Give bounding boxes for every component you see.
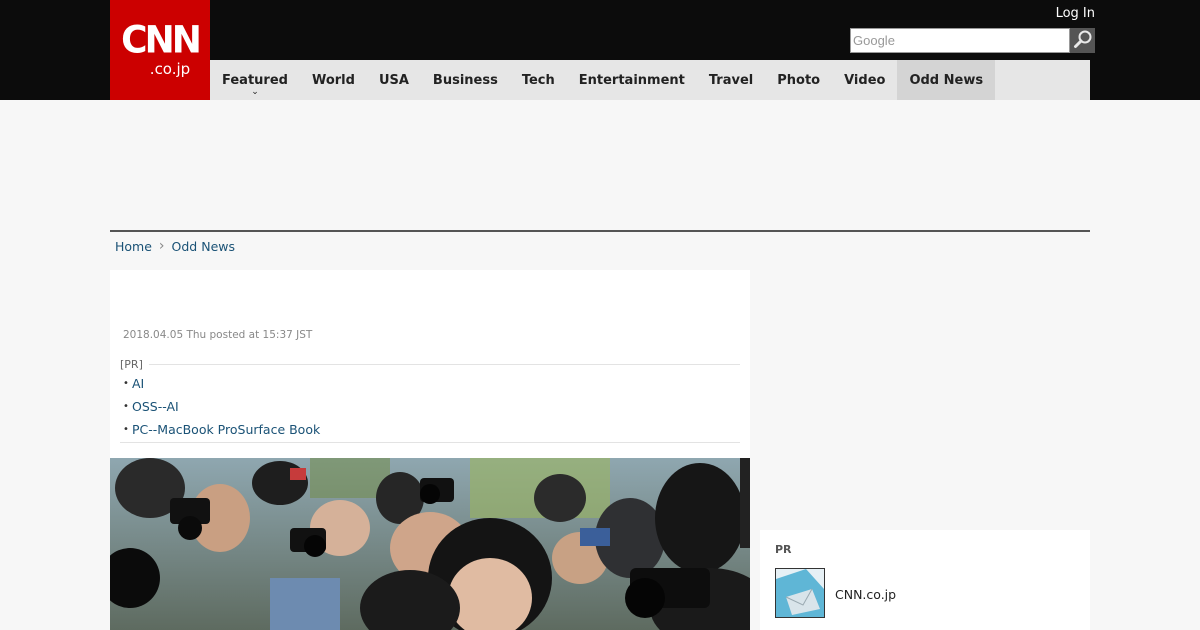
nav-item-label: World (311, 72, 355, 88)
pr-link-pc[interactable]: PC--MacBook ProSurface Book (132, 420, 320, 440)
nav-item-odd-news[interactable]: Odd News (897, 60, 996, 100)
list-item: • AI (120, 372, 320, 395)
breadcrumb: Home › Odd News (115, 238, 235, 254)
nav-item-world[interactable]: World (300, 60, 367, 100)
search-icon (1073, 29, 1093, 53)
nav-item-label: Featured (222, 72, 288, 88)
list-item: • OSS--AI (120, 395, 320, 418)
nav-item-photo[interactable]: Photo (765, 60, 832, 100)
nav-item-label: Business (432, 72, 498, 88)
bullet-icon: • (123, 400, 129, 412)
nav-item-featured[interactable]: Featured ⌄ (210, 60, 300, 100)
pr-link-oss-ai[interactable]: OSS--AI (132, 397, 179, 417)
section-divider (110, 230, 1090, 232)
pr-header: [PR] (120, 358, 740, 371)
nav-item-business[interactable]: Business (421, 60, 510, 100)
logo-subtext: .co.jp (149, 60, 191, 78)
list-item: • PC--MacBook ProSurface Book (120, 418, 320, 441)
chevron-down-icon: ⌄ (251, 87, 259, 97)
bullet-icon: • (123, 423, 129, 435)
pr-label: [PR] (120, 358, 143, 371)
nav-item-usa[interactable]: USA (367, 60, 421, 100)
pr-link-list: • AI • OSS--AI • PC--MacBook ProSurface … (120, 372, 320, 441)
breadcrumb-home[interactable]: Home (115, 239, 152, 254)
nav-item-tech[interactable]: Tech (510, 60, 567, 100)
search-button[interactable] (1070, 28, 1095, 53)
pr-link-ai[interactable]: AI (132, 374, 144, 394)
nav-item-entertainment[interactable]: Entertainment (567, 60, 697, 100)
nav-item-travel[interactable]: Travel (697, 60, 765, 100)
pr-bottom-rule (120, 442, 740, 443)
bullet-icon: • (123, 377, 129, 389)
pr-rule (148, 364, 740, 365)
nav-item-label: Entertainment (578, 72, 685, 88)
login-link[interactable]: Log In (1056, 6, 1095, 21)
sidebar-pr-box: PR CNN.co.jp (760, 530, 1090, 630)
breadcrumb-odd-news[interactable]: Odd News (172, 239, 235, 254)
nav-item-video[interactable]: Video (832, 60, 897, 100)
article-card: 2018.04.05 Thu posted at 15:37 JST [PR] … (110, 270, 750, 630)
cnn-logo[interactable]: CNN .co.jp (110, 0, 210, 100)
article-photo[interactable] (110, 458, 750, 630)
main-nav: Featured ⌄ World USA Business Tech Enter… (210, 60, 1090, 100)
pr-item-title[interactable]: CNN.co.jp (835, 587, 896, 602)
sidebar-pr-label: PR (775, 543, 792, 556)
pr-thumbnail[interactable] (775, 568, 825, 618)
nav-item-label: USA (378, 72, 409, 88)
chevron-right-icon: › (158, 238, 165, 254)
nav-item-label: Odd News (909, 72, 984, 88)
top-bar: CNN .co.jp Log In Google Featured ⌄ Worl… (0, 0, 1200, 100)
article-date: 2018.04.05 Thu posted at 15:37 JST (123, 329, 313, 341)
nav-item-label: Travel (708, 72, 754, 88)
search-input[interactable]: Google (850, 28, 1070, 53)
nav-item-label: Video (844, 72, 886, 88)
nav-item-label: Photo (777, 72, 821, 88)
logo-text: CNN (121, 18, 202, 62)
nav-item-label: Tech (521, 72, 555, 88)
